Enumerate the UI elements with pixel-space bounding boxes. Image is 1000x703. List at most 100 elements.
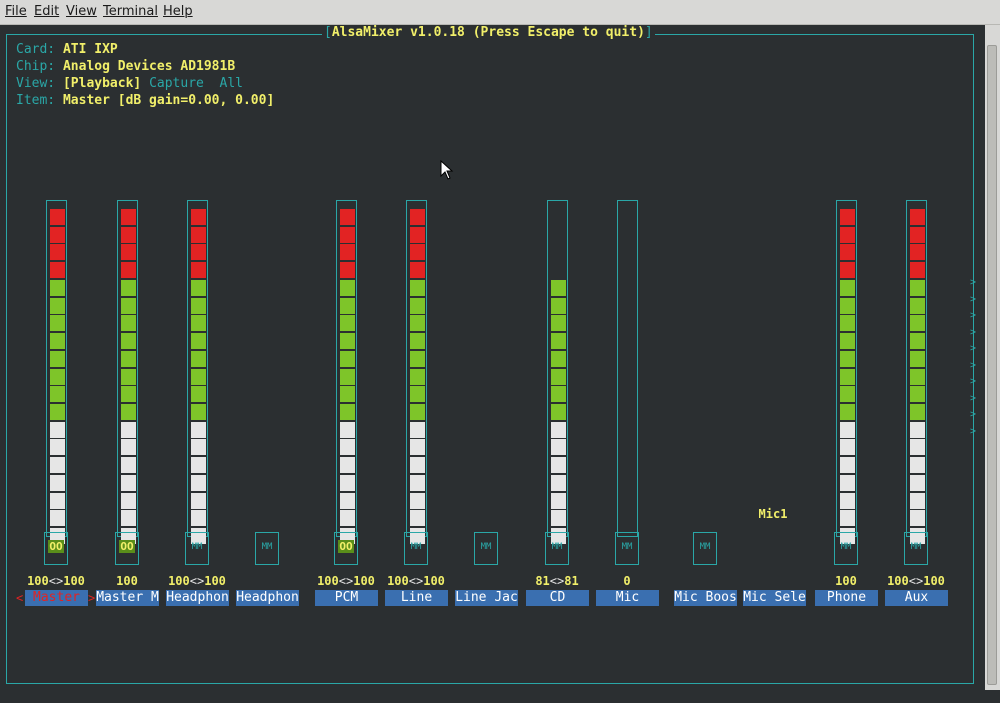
volume-segment xyxy=(339,315,355,332)
volume-segment xyxy=(190,474,206,491)
mute-switch[interactable]: OO xyxy=(115,532,139,565)
volume-segment xyxy=(339,457,355,474)
volume-segment xyxy=(49,457,65,474)
terminal-area[interactable]: [AlsaMixer v1.0.18 (Press Escape to quit… xyxy=(0,25,985,690)
volume-segment xyxy=(49,368,65,385)
volume-segment xyxy=(409,386,425,403)
mute-switch[interactable]: MM xyxy=(255,532,279,565)
mute-state: MM xyxy=(261,542,273,552)
channel-label[interactable]: Headphon xyxy=(236,590,299,606)
view-playback[interactable]: [Playback] xyxy=(63,76,141,91)
window-title: [AlsaMixer v1.0.18 (Press Escape to quit… xyxy=(322,25,655,40)
volume-segment xyxy=(909,350,925,367)
volume-segment xyxy=(190,492,206,509)
volume-segment xyxy=(409,421,425,438)
mute-switch[interactable]: OO xyxy=(334,532,358,565)
channel-label[interactable]: Mic Sele xyxy=(743,590,806,606)
scrollbar-thumb[interactable] xyxy=(987,45,997,685)
mute-switch[interactable]: MM xyxy=(834,532,858,565)
volume-bar[interactable] xyxy=(335,200,357,545)
volume-segment xyxy=(120,297,136,314)
channel-label[interactable]: Line Jac xyxy=(455,590,518,606)
volume-segment xyxy=(839,333,855,350)
volume-segment xyxy=(339,474,355,491)
more-indicator-icon: > xyxy=(970,343,977,354)
volume-segment xyxy=(839,209,855,225)
menu-file[interactable]: File xyxy=(5,4,27,19)
volume-bar[interactable] xyxy=(905,200,927,545)
volume-segment xyxy=(120,209,136,225)
volume-segment xyxy=(190,333,206,350)
volume-segment xyxy=(339,421,355,438)
volume-segment xyxy=(839,226,855,243)
volume-segment xyxy=(49,262,65,279)
volume-bar[interactable] xyxy=(616,200,638,537)
volume-segment xyxy=(190,226,206,243)
more-indicator-icon: > xyxy=(970,359,977,371)
mute-switch[interactable]: MM xyxy=(545,532,569,565)
volume-segment xyxy=(49,350,65,367)
channel-label[interactable]: Aux xyxy=(885,590,948,606)
volume-segment xyxy=(339,404,355,421)
volume-segment xyxy=(190,386,206,403)
channel-label[interactable]: Master xyxy=(25,590,88,606)
scrollbar[interactable] xyxy=(985,25,1000,690)
card-info: Card: ATI IXP xyxy=(16,42,118,57)
volume-bar[interactable] xyxy=(186,200,208,545)
volume-segment xyxy=(409,297,425,314)
mute-switch[interactable]: MM xyxy=(615,532,639,565)
volume-bar[interactable] xyxy=(45,200,67,545)
mute-switch[interactable]: MM xyxy=(185,532,209,565)
mute-state: OO xyxy=(338,540,354,553)
volume-segment xyxy=(190,457,206,474)
menu-help[interactable]: Help xyxy=(163,4,193,19)
menu-edit[interactable]: Edit xyxy=(34,4,59,19)
channel-label[interactable]: Phone xyxy=(815,590,878,606)
volume-segment xyxy=(909,368,925,385)
channel-label[interactable]: CD xyxy=(526,590,589,606)
mute-switch[interactable]: MM xyxy=(693,532,717,565)
channel-label[interactable]: Headphon xyxy=(166,590,229,606)
volume-bar[interactable] xyxy=(405,200,427,545)
mute-switch[interactable]: MM xyxy=(404,532,428,565)
volume-segment xyxy=(190,297,206,314)
menu-bar: File Edit View Terminal Help xyxy=(0,0,1000,25)
view-all[interactable]: All xyxy=(220,76,243,91)
channel-label[interactable]: Mic Boos xyxy=(674,590,737,606)
volume-segment xyxy=(839,457,855,474)
volume-segment xyxy=(839,386,855,403)
volume-segment xyxy=(409,315,425,332)
mute-switch[interactable]: MM xyxy=(904,532,928,565)
mute-switch[interactable]: OO xyxy=(44,532,68,565)
volume-segment xyxy=(120,279,136,296)
more-indicator-icon: > xyxy=(970,376,977,387)
volume-segment xyxy=(49,226,65,243)
mute-state: MM xyxy=(840,542,852,552)
menu-view[interactable]: View xyxy=(66,4,97,19)
channel-label[interactable]: Master M xyxy=(96,590,159,606)
channel-label[interactable]: Mic xyxy=(596,590,659,606)
volume-value: 100<>100 xyxy=(387,574,445,588)
volume-segment xyxy=(120,315,136,332)
more-indicator-icon: > xyxy=(970,425,977,437)
menu-terminal[interactable]: Terminal xyxy=(103,4,158,19)
volume-bar[interactable] xyxy=(116,200,138,545)
volume-segment xyxy=(120,510,136,527)
channel-label[interactable]: PCM xyxy=(315,590,378,606)
volume-segment xyxy=(49,315,65,332)
volume-segment xyxy=(190,209,206,225)
volume-segment xyxy=(339,492,355,509)
view-capture[interactable]: Capture xyxy=(149,76,204,91)
channel-label[interactable]: Line xyxy=(385,590,448,606)
volume-segment xyxy=(409,333,425,350)
more-indicator-icon: > xyxy=(970,310,977,321)
volume-bar[interactable] xyxy=(835,200,857,545)
volume-bar[interactable] xyxy=(546,200,568,545)
mute-state: MM xyxy=(480,542,492,552)
volume-segment xyxy=(550,333,566,350)
volume-segment xyxy=(550,510,566,527)
volume-segment xyxy=(909,439,925,456)
volume-segment xyxy=(120,404,136,421)
volume-segment xyxy=(909,510,925,527)
mute-switch[interactable]: MM xyxy=(474,532,498,565)
